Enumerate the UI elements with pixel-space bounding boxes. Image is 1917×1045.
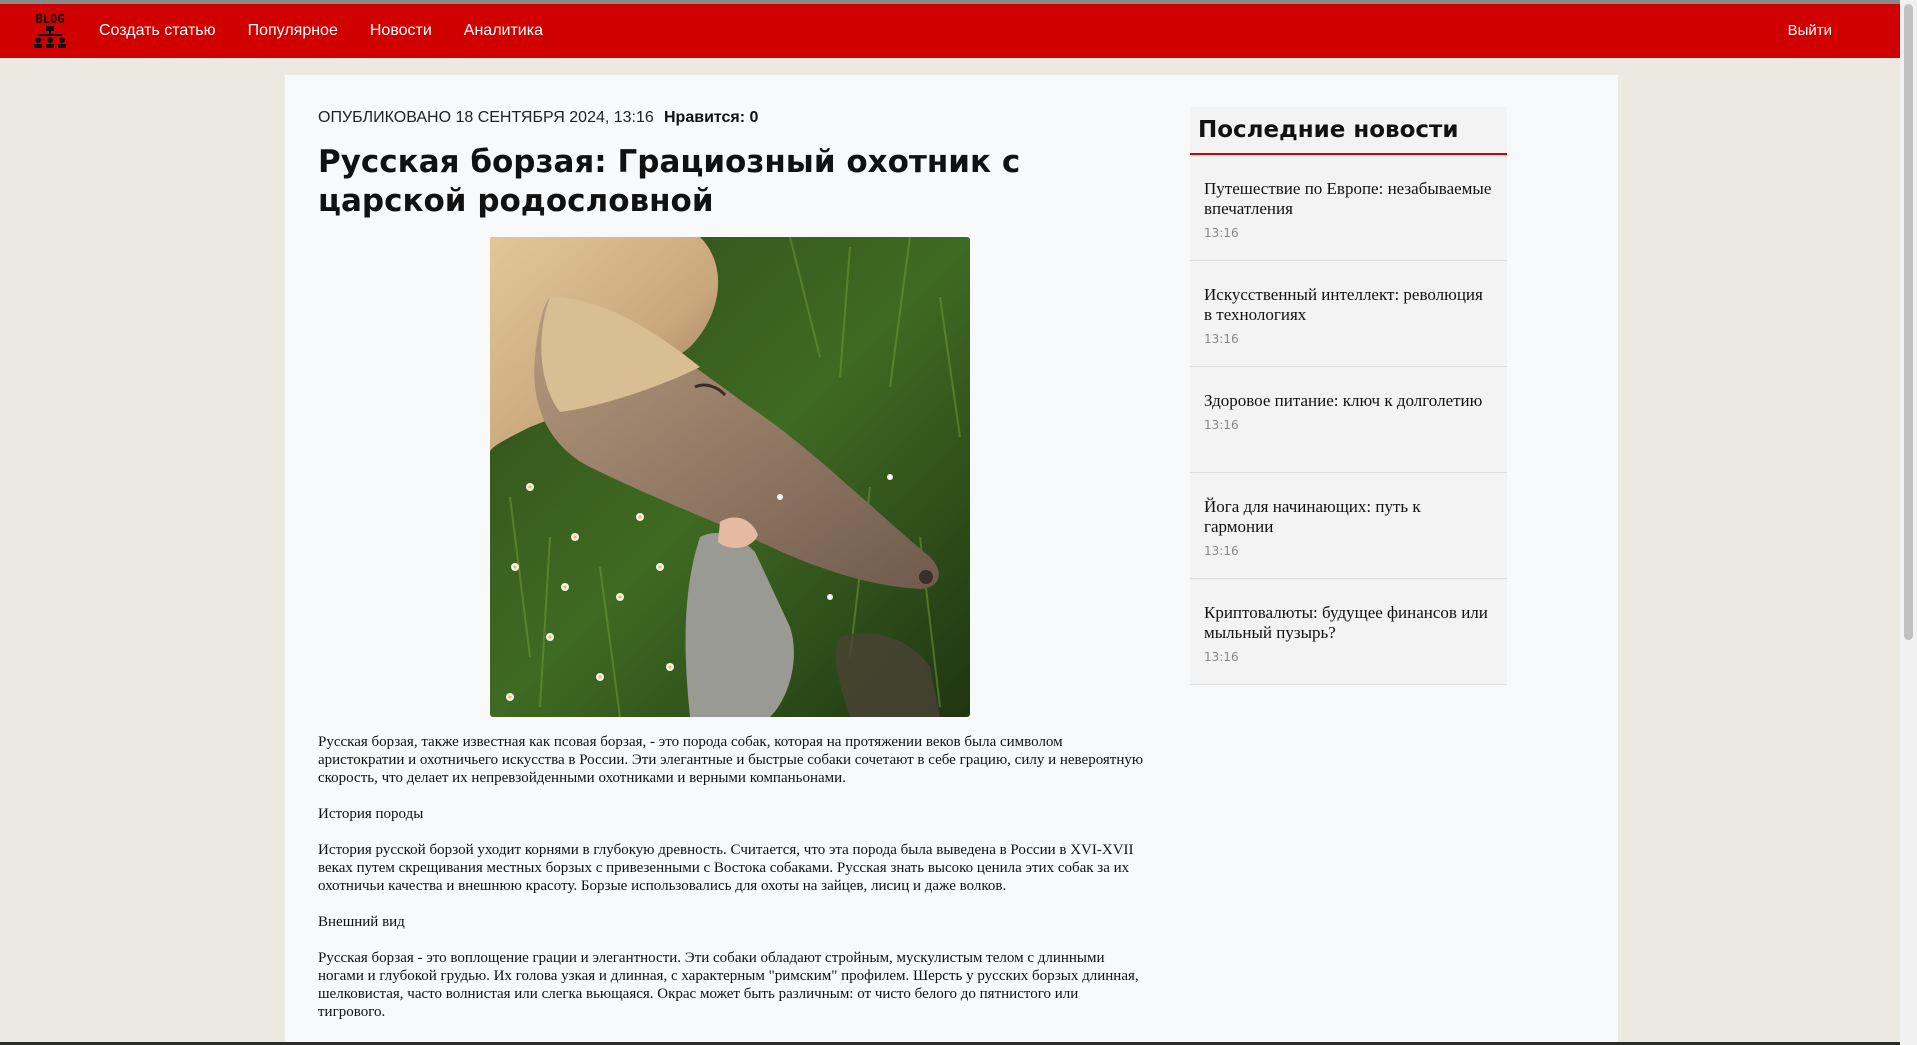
- news-item-title[interactable]: Йога для начинающих: путь к гармонии: [1204, 497, 1493, 537]
- news-item[interactable]: Искусственный интеллект: революция в тех…: [1190, 261, 1507, 367]
- news-item-time: 13:16: [1204, 226, 1239, 240]
- news-item-title[interactable]: Здоровое питание: ключ к долголетию: [1204, 391, 1493, 411]
- top-navbar: BLOG Создать статью Популярное Новости А…: [0, 4, 1900, 58]
- news-item-title[interactable]: Путешествие по Европе: незабываемые впеч…: [1204, 179, 1493, 219]
- article-paragraph: Русская борзая, также известная как псов…: [318, 734, 1144, 786]
- article-paragraph: История русской борзой уходит корнями в …: [318, 842, 1134, 894]
- blog-logo[interactable]: BLOG: [30, 10, 70, 52]
- nav-news[interactable]: Новости: [370, 22, 432, 40]
- nav-analytics[interactable]: Аналитика: [464, 22, 543, 40]
- news-item-title[interactable]: Искусственный интеллект: революция в тех…: [1204, 285, 1493, 325]
- news-item-time: 13:16: [1204, 650, 1239, 664]
- nav-popular[interactable]: Популярное: [248, 22, 338, 40]
- logout-button[interactable]: Выйти: [1788, 22, 1832, 39]
- article-body: Русская борзая, также известная как псов…: [318, 733, 1144, 1039]
- news-item[interactable]: Криптовалюты: будущее финансов или мыльн…: [1190, 579, 1507, 685]
- vertical-scrollbar[interactable]: [1900, 0, 1917, 1045]
- article-subheading: Внешний вид: [318, 914, 405, 930]
- latest-news-sidebar: Последние новости Путешествие по Европе:…: [1190, 107, 1507, 685]
- article-image: [490, 237, 970, 717]
- borzoi-dog-photo-icon: [490, 237, 970, 717]
- page-content: ОПУБЛИКОВАНО 18 СЕНТЯБРЯ 2024, 13:16 Нра…: [285, 75, 1618, 1042]
- article-title: Русская борзая: Грациозный охотник с цар…: [318, 144, 1021, 219]
- main-nav: Создать статью Популярное Новости Аналит…: [99, 4, 575, 58]
- article-subheading: История породы: [318, 806, 424, 822]
- news-item[interactable]: Здоровое питание: ключ к долголетию 13:1…: [1190, 367, 1507, 473]
- nav-create-article[interactable]: Создать статью: [99, 22, 216, 40]
- news-item-time: 13:16: [1204, 544, 1239, 558]
- news-item[interactable]: Йога для начинающих: путь к гармонии 13:…: [1190, 473, 1507, 579]
- publish-date: ОПУБЛИКОВАНО 18 СЕНТЯБРЯ 2024, 13:16: [318, 109, 654, 126]
- svg-text:BLOG: BLOG: [36, 12, 65, 26]
- article-paragraph: Русская борзая - это воплощение грации и…: [318, 950, 1139, 1020]
- likes-counter[interactable]: Нравится: 0: [664, 109, 758, 127]
- scrollbar-thumb[interactable]: [1904, 4, 1913, 640]
- news-item-time: 13:16: [1204, 332, 1239, 346]
- news-item-title[interactable]: Криптовалюты: будущее финансов или мыльн…: [1204, 603, 1493, 643]
- news-item[interactable]: Путешествие по Европе: незабываемые впеч…: [1190, 155, 1507, 261]
- blog-logo-icon: BLOG: [34, 12, 66, 48]
- news-item-time: 13:16: [1204, 418, 1239, 432]
- sidebar-title: Последние новости: [1190, 107, 1507, 155]
